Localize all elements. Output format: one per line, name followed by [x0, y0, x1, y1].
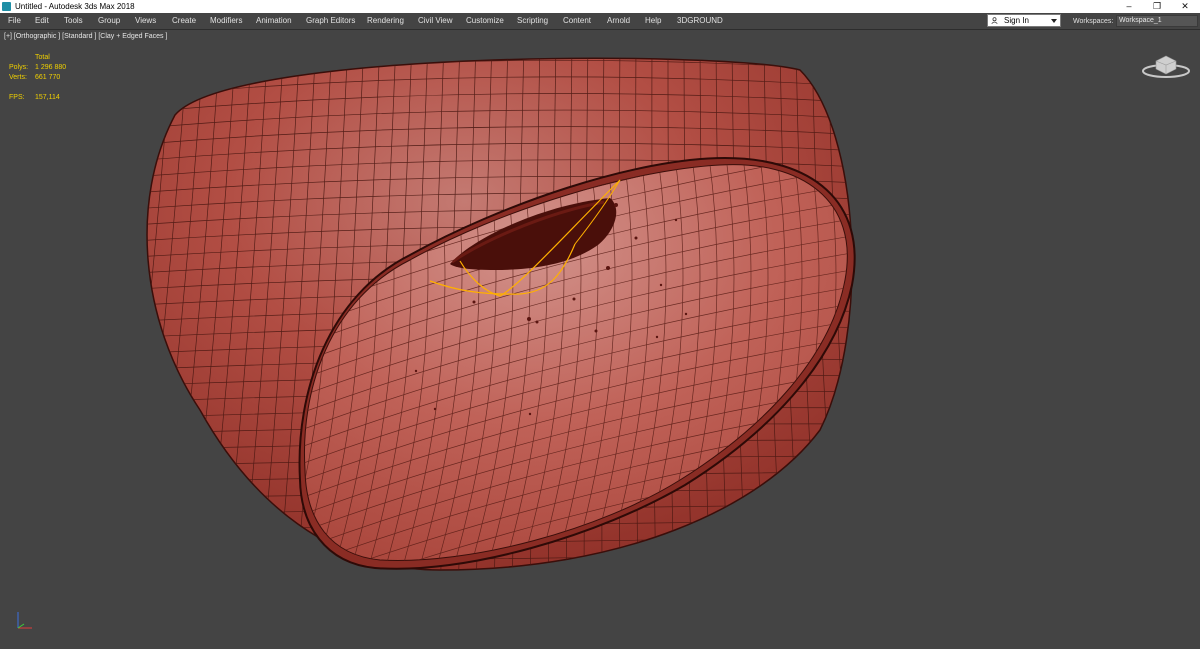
title-bar: Untitled - Autodesk 3ds Max 2018 – ❐ ✕: [0, 0, 1200, 13]
menu-group[interactable]: Group: [98, 13, 120, 29]
menu-tools[interactable]: Tools: [64, 13, 83, 29]
window-title: Untitled - Autodesk 3ds Max 2018: [15, 2, 135, 11]
menu-edit[interactable]: Edit: [35, 13, 49, 29]
viewport-label[interactable]: [+] [Orthographic ] [Standard ] [Clay + …: [4, 33, 167, 40]
workspace-select[interactable]: Workspace_1: [1116, 15, 1198, 27]
axis-tripod-icon: [17, 612, 32, 629]
close-button[interactable]: ✕: [1171, 0, 1199, 13]
workspaces-label: Workspaces:: [1073, 18, 1114, 25]
clay-model-render[interactable]: [0, 30, 1200, 649]
stats-polys-value: 1 296 880: [35, 64, 67, 71]
menu-customize[interactable]: Customize: [466, 13, 504, 29]
menu-animation[interactable]: Animation: [256, 13, 292, 29]
minimize-button[interactable]: –: [1115, 0, 1143, 13]
stats-fps-label: FPS:: [9, 94, 25, 101]
menu-graph-editors[interactable]: Graph Editors: [306, 13, 355, 29]
sign-in-dropdown[interactable]: Sign In: [987, 14, 1061, 27]
stats-total-label: Total: [35, 54, 50, 61]
sign-in-label: Sign In: [1004, 16, 1029, 25]
3ds-max-icon: [2, 2, 11, 11]
menu-3dground[interactable]: 3DGROUND: [677, 13, 723, 29]
menu-civil-view[interactable]: Civil View: [418, 13, 453, 29]
viewport-perspective[interactable]: [+] [Orthographic ] [Standard ] [Clay + …: [0, 30, 1200, 649]
menu-create[interactable]: Create: [172, 13, 196, 29]
menu-help[interactable]: Help: [645, 13, 661, 29]
menu-arnold[interactable]: Arnold: [607, 13, 630, 29]
stats-verts-value: 661 770: [35, 74, 61, 81]
menu-modifiers[interactable]: Modifiers: [210, 13, 242, 29]
stats-verts-label: Verts:: [9, 74, 27, 81]
menu-views[interactable]: Views: [135, 13, 156, 29]
chevron-down-icon: [1051, 19, 1057, 23]
viewcube-icon[interactable]: [1140, 49, 1192, 79]
menu-rendering[interactable]: Rendering: [367, 13, 404, 29]
menu-file[interactable]: File: [8, 13, 21, 29]
stats-fps-value: 157,114: [35, 94, 60, 101]
menu-content[interactable]: Content: [563, 13, 591, 29]
restore-button[interactable]: ❐: [1143, 0, 1171, 13]
stats-polys-label: Polys:: [9, 64, 29, 71]
menu-scripting[interactable]: Scripting: [517, 13, 548, 29]
user-icon: [991, 17, 998, 24]
